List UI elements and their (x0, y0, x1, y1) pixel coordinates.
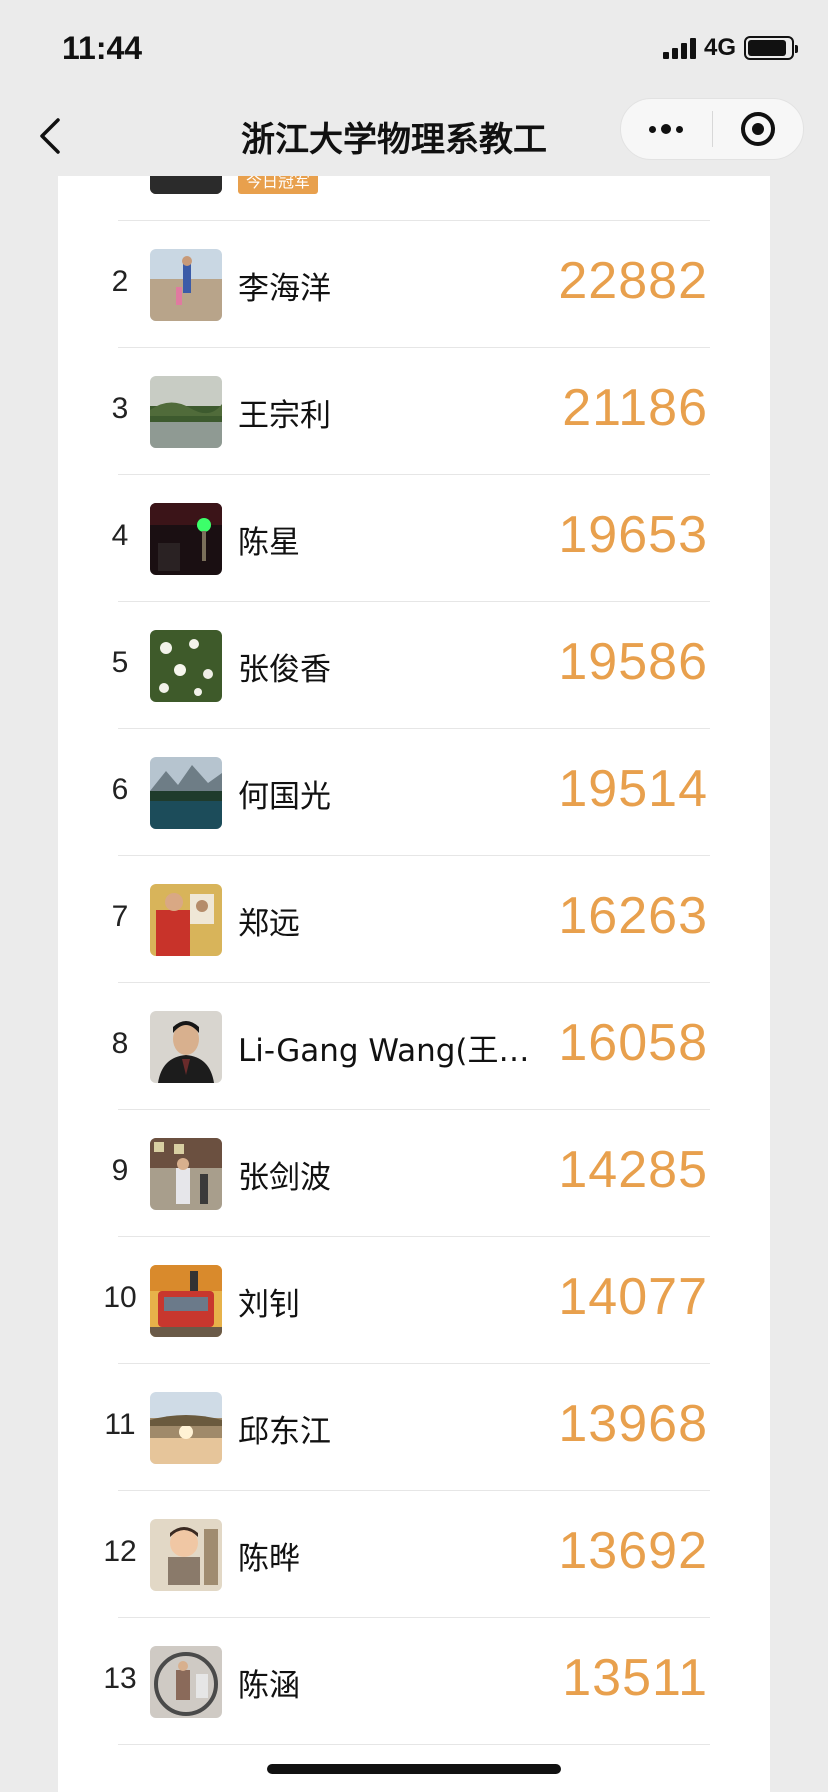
user-name: 邱东江 (238, 1414, 331, 1450)
avatar-image (150, 376, 222, 448)
user-avatar[interactable] (150, 1011, 222, 1083)
leaderboard-row[interactable]: 9 张剑波 14285 (58, 1110, 770, 1237)
leaderboard-row[interactable]: 10 刘钊 14077 (58, 1237, 770, 1364)
status-time: 11:44 (62, 30, 143, 66)
home-indicator (267, 1764, 561, 1774)
user-name: 刘钊 (238, 1287, 300, 1323)
avatar-image (150, 249, 222, 321)
target-icon (740, 112, 775, 146)
step-count: 14077 (558, 1268, 708, 1326)
signal-icon (662, 37, 696, 59)
user-avatar[interactable] (150, 1392, 222, 1464)
user-avatar[interactable] (150, 249, 222, 321)
rank-number: 5 (111, 646, 129, 679)
user-name: 王宗利 (238, 398, 331, 434)
rank-number: 8 (111, 1027, 129, 1060)
avatar-image (150, 630, 222, 702)
leaderboard-row[interactable]: 13 陈涵 13511 (58, 1618, 770, 1745)
avatar-image (150, 1392, 222, 1464)
user-name: 张俊香 (238, 652, 331, 688)
step-count: 13511 (562, 1649, 708, 1707)
step-count: 13692 (558, 1522, 708, 1580)
step-count: 21186 (562, 379, 708, 437)
avatar-image (150, 176, 222, 194)
rank-number: 2 (111, 265, 129, 298)
step-count: 16058 (558, 1014, 708, 1072)
leaderboard-row[interactable]: 7 郑远 16263 (58, 856, 770, 983)
status-bar: 11:44 4G (0, 0, 828, 96)
navigation-bar: 浙江大学物理系教工 (0, 96, 828, 176)
step-count: 22882 (558, 252, 708, 310)
user-avatar[interactable] (150, 1265, 222, 1337)
user-name: 陈涵 (238, 1668, 300, 1704)
user-name: 何国光 (238, 779, 331, 815)
user-name: Li-Gang Wang(王… (238, 1033, 530, 1069)
user-name: 郑远 (238, 906, 300, 942)
avatar-image (150, 1265, 222, 1337)
user-avatar[interactable] (150, 376, 222, 448)
rank-number: 9 (111, 1154, 129, 1187)
more-dots-icon (649, 124, 684, 134)
rank-number: 3 (111, 392, 129, 425)
rank-number: 11 (104, 1408, 136, 1441)
rank-number: 6 (111, 773, 129, 806)
step-count: 19586 (558, 633, 708, 691)
leaderboard-row[interactable]: 12 陈晔 13692 (58, 1491, 770, 1618)
user-avatar[interactable] (150, 176, 222, 194)
status-indicators: 4G (662, 34, 798, 62)
avatar-image (150, 1519, 222, 1591)
user-avatar[interactable] (150, 1646, 222, 1718)
leaderboard-list: 1 李敏源 今日冠军 31039 2 李海洋 22882 3 王宗利 21186… (58, 176, 770, 1745)
user-avatar[interactable] (150, 1519, 222, 1591)
avatar-image (150, 1646, 222, 1718)
step-count: 16263 (558, 887, 708, 945)
more-button[interactable] (621, 98, 712, 160)
user-name: 陈晔 (238, 1541, 300, 1577)
rank-number: 7 (111, 900, 129, 933)
leaderboard-row[interactable]: 1 李敏源 今日冠军 31039 (58, 176, 770, 221)
network-label: 4G (703, 34, 736, 61)
step-count: 14285 (558, 1141, 708, 1199)
user-avatar[interactable] (150, 630, 222, 702)
leaderboard-row[interactable]: 5 张俊香 19586 (58, 602, 770, 729)
avatar-image (150, 1011, 222, 1083)
battery-icon (744, 36, 798, 60)
battery-cap (795, 45, 798, 53)
leaderboard-card: 1 李敏源 今日冠军 31039 2 李海洋 22882 3 王宗利 21186… (58, 176, 770, 1792)
avatar-image (150, 884, 222, 956)
user-name: 李海洋 (238, 271, 331, 307)
user-name: 陈星 (238, 525, 300, 561)
step-count: 31039 (558, 176, 708, 184)
rank-number: 10 (103, 1281, 137, 1314)
user-name: 张剑波 (238, 1160, 331, 1196)
step-count: 13968 (558, 1395, 708, 1453)
leaderboard-row[interactable]: 8 Li-Gang Wang(王… 16058 (58, 983, 770, 1110)
step-count: 19514 (558, 760, 708, 818)
user-avatar[interactable] (150, 884, 222, 956)
rank-number: 12 (103, 1535, 137, 1568)
mini-program-capsule (620, 98, 804, 160)
leaderboard-row[interactable]: 11 邱东江 13968 (58, 1364, 770, 1491)
rank-number: 4 (111, 519, 129, 552)
leaderboard-row[interactable]: 3 王宗利 21186 (58, 348, 770, 475)
battery-fill (748, 40, 786, 56)
rank-number: 13 (103, 1662, 137, 1695)
user-avatar[interactable] (150, 503, 222, 575)
avatar-image (150, 757, 222, 829)
avatar-image (150, 503, 222, 575)
leaderboard-row[interactable]: 6 何国光 19514 (58, 729, 770, 856)
close-mini-program-button[interactable] (713, 98, 804, 160)
user-avatar[interactable] (150, 757, 222, 829)
champion-badge: 今日冠军 (238, 176, 319, 194)
avatar-image (150, 1138, 222, 1210)
leaderboard-row[interactable]: 2 李海洋 22882 (58, 221, 770, 348)
leaderboard-row[interactable]: 4 陈星 19653 (58, 475, 770, 602)
user-avatar[interactable] (150, 1138, 222, 1210)
step-count: 19653 (558, 506, 708, 564)
